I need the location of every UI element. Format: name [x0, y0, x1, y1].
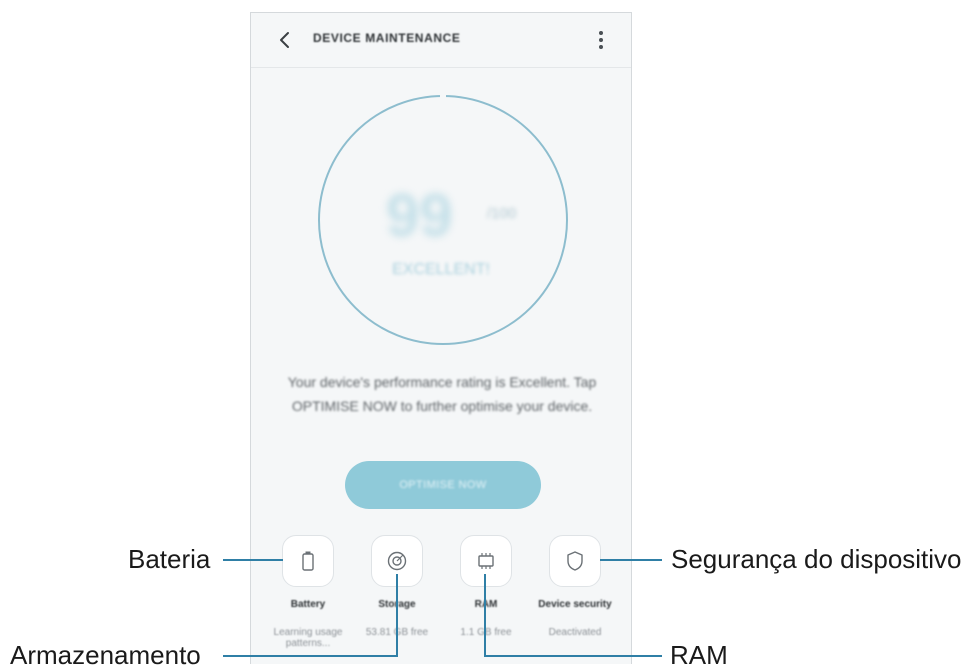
- storage-icon: [387, 551, 407, 571]
- tile-status: Deactivated: [548, 627, 602, 638]
- performance-status: EXCELLENT!: [392, 261, 490, 278]
- battery-icon: [302, 551, 314, 571]
- callout-ram: RAM: [670, 640, 728, 670]
- app-bar: DEVICE MAINTENANCE: [251, 13, 631, 67]
- tile-battery[interactable]: Battery Learning usage patterns...: [264, 535, 354, 655]
- callout-line-storage-vertical: [396, 574, 398, 657]
- callout-storage: Armazenamento: [10, 640, 201, 670]
- tile-device-security[interactable]: Device security Deactivated: [531, 535, 621, 655]
- shield-icon: [567, 551, 583, 571]
- header-divider: [251, 67, 631, 68]
- tile-label: RAM: [474, 599, 498, 610]
- tile-ram[interactable]: RAM 1.1 GB free: [442, 535, 532, 655]
- callout-line-storage: [223, 655, 397, 657]
- callout-line-ram-vertical: [484, 574, 486, 657]
- callout-security: Segurança do dispositivo: [671, 544, 962, 574]
- more-vertical-icon[interactable]: [597, 30, 605, 50]
- phone-screen: DEVICE MAINTENANCE 99 /100 EXCELLENT! Yo…: [250, 12, 632, 664]
- battery-tile-button[interactable]: [282, 535, 334, 587]
- performance-score: 99: [386, 182, 453, 249]
- callout-line-battery: [223, 559, 283, 561]
- score-unit: /100: [487, 205, 517, 222]
- performance-message: Your device's performance rating is Exce…: [287, 374, 597, 414]
- tile-label: Battery: [290, 599, 326, 610]
- optimise-now-button[interactable]: OPTIMISE NOW: [345, 461, 541, 509]
- callout-line-security: [600, 559, 662, 561]
- memory-chip-icon: [478, 553, 494, 569]
- chevron-left-icon[interactable]: [275, 30, 295, 50]
- tile-storage[interactable]: Storage 53.81 GB free: [353, 535, 443, 655]
- page-title: DEVICE MAINTENANCE: [313, 31, 461, 45]
- tile-status: 1.1 GB free: [460, 627, 512, 638]
- ram-tile-button[interactable]: [460, 535, 512, 587]
- security-tile-button[interactable]: [549, 535, 601, 587]
- callout-line-ram: [484, 655, 662, 657]
- tile-label: Device security: [538, 599, 612, 610]
- tile-status: Learning usage patterns...: [273, 627, 343, 649]
- optimise-now-label: OPTIMISE NOW: [399, 479, 487, 491]
- score-ring-marker: [440, 93, 446, 98]
- callout-battery: Bateria: [128, 544, 211, 574]
